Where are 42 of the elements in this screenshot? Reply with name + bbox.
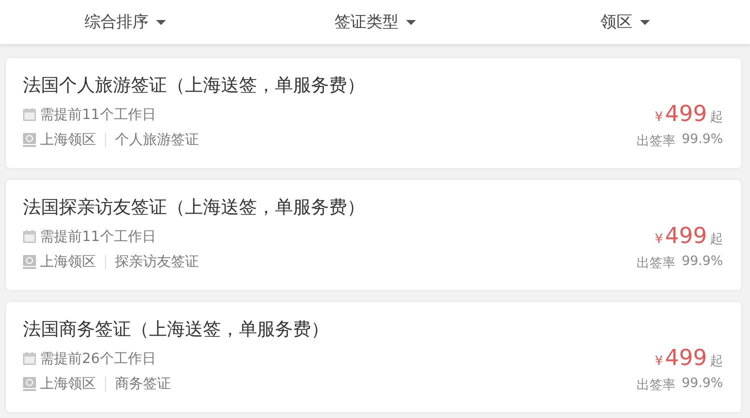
visa-title: 法国商务签证（上海送签，单服务费） xyxy=(23,318,329,342)
visa-type: 商务签证 xyxy=(115,374,171,392)
visa-card[interactable]: 法国个人旅游签证（上海送签，单服务费） 需提前11个工作日 上海领区 个人旅游签证 ¥499 起 出签率 99.9% xyxy=(6,58,741,168)
price: 499 xyxy=(665,224,707,249)
currency-symbol: ¥ xyxy=(654,354,663,369)
approval-rate-label: 出签率 xyxy=(636,377,676,394)
calendar-icon xyxy=(23,352,36,365)
lead-time: 需提前26个工作日 xyxy=(40,350,156,368)
passport-icon xyxy=(23,254,36,268)
approval-rate-label: 出签率 xyxy=(636,133,676,150)
approval-rate: 99.9% xyxy=(682,254,723,271)
lead-time: 需提前11个工作日 xyxy=(40,228,156,246)
filter-dropdown[interactable]: 综合排序 xyxy=(82,8,168,36)
visa-card[interactable]: 法国探亲访友签证（上海送签，单服务费） 需提前11个工作日 上海领区 探亲访友签证 ¥499 起 出签率 99.9% xyxy=(6,180,741,290)
filter-dropdown[interactable]: 签证类型 xyxy=(332,8,418,36)
visa-type: 探亲访友签证 xyxy=(115,252,199,270)
visa-card[interactable]: 法国商务签证（上海送签，单服务费） 需提前26个工作日 上海领区 商务签证 ¥499 起 出签率 99.9% xyxy=(6,302,741,412)
currency-symbol: ¥ xyxy=(654,232,663,247)
calendar-icon xyxy=(23,108,36,121)
caret-icon xyxy=(406,20,416,24)
currency-symbol: ¥ xyxy=(654,110,663,125)
passport-icon xyxy=(23,132,36,146)
price-suffix: 起 xyxy=(710,353,723,370)
approval-rate-label: 出签率 xyxy=(636,255,676,272)
visa-title: 法国个人旅游签证（上海送签，单服务费） xyxy=(23,74,365,98)
passport-icon xyxy=(23,376,36,390)
visa-title: 法国探亲访友签证（上海送签，单服务费） xyxy=(23,196,365,220)
approval-rate: 99.9% xyxy=(682,132,723,149)
approval-rate: 99.9% xyxy=(682,376,723,393)
price-suffix: 起 xyxy=(710,231,723,248)
calendar-icon xyxy=(23,230,36,243)
price: 499 xyxy=(665,346,707,371)
filter-dropdown[interactable]: 领区 xyxy=(598,8,652,36)
caret-icon xyxy=(640,20,650,24)
caret-icon xyxy=(156,20,166,24)
consulate-label: 上海领区 xyxy=(40,374,96,392)
price-suffix: 起 xyxy=(710,109,723,126)
consulate-label: 上海领区 xyxy=(40,130,96,148)
consulate-label: 上海领区 xyxy=(40,252,96,270)
lead-time: 需提前11个工作日 xyxy=(40,106,156,124)
price: 499 xyxy=(665,102,707,127)
visa-type: 个人旅游签证 xyxy=(115,130,199,148)
